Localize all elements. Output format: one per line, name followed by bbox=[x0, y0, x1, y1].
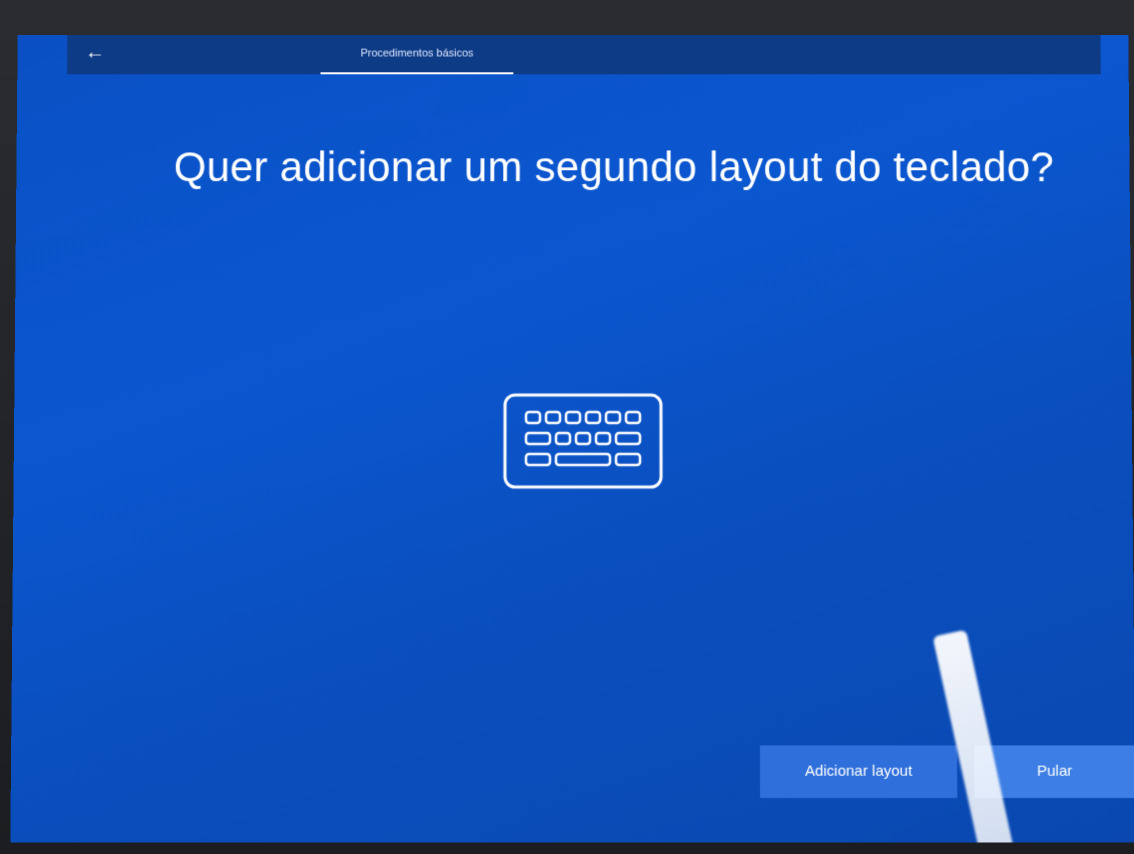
setup-topbar: ← Procedimentos básicos bbox=[67, 34, 1101, 75]
keyboard-icon bbox=[503, 393, 663, 489]
add-layout-button[interactable]: Adicionar layout bbox=[759, 745, 958, 799]
tab-active-underline bbox=[320, 72, 514, 75]
tab-basic-procedures[interactable]: Procedimentos básicos bbox=[321, 35, 514, 74]
screen-glare bbox=[932, 629, 1018, 843]
page-title: Quer adicionar um segundo layout do tecl… bbox=[173, 143, 1055, 191]
setup-screen: ← Procedimentos básicos Quer adicionar u… bbox=[10, 34, 1134, 843]
back-arrow-icon[interactable]: ← bbox=[85, 41, 105, 65]
